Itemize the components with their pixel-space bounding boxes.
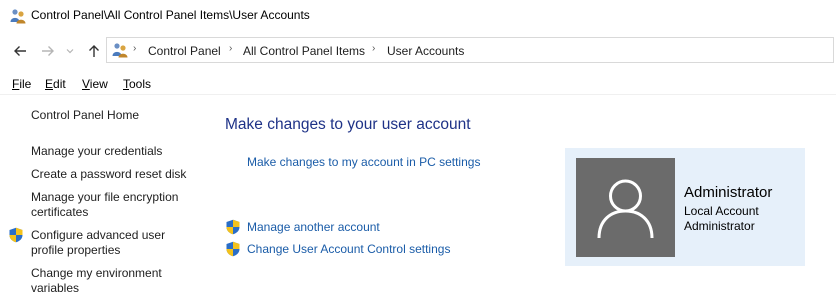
account-type: Local Account bbox=[684, 204, 759, 218]
uac-shield-icon bbox=[225, 219, 241, 235]
breadcrumb-separator-icon[interactable]: › bbox=[229, 43, 232, 54]
breadcrumb-separator-icon[interactable]: › bbox=[372, 43, 375, 54]
uac-shield-icon bbox=[8, 227, 24, 243]
sidebar-item-advanced-user-profile[interactable]: Configure advanced user profile properti… bbox=[31, 228, 165, 258]
menu-edit-accel: E bbox=[45, 77, 54, 91]
menu-tools[interactable]: Tools bbox=[123, 77, 151, 91]
title-bar: Control Panel\All Control Panel Items\Us… bbox=[0, 0, 836, 32]
sidebar-item-label: Configure advanced user bbox=[31, 228, 166, 242]
sidebar-item-label-continued: certificates bbox=[31, 205, 89, 219]
back-arrow-icon[interactable] bbox=[9, 40, 31, 62]
user-accounts-icon bbox=[10, 8, 26, 24]
menu-file-label: ile bbox=[19, 77, 32, 91]
uac-settings-link[interactable]: Change User Account Control settings bbox=[247, 242, 450, 256]
sidebar-item-label: Create a password reset disk bbox=[31, 167, 187, 181]
forward-arrow-icon[interactable] bbox=[37, 40, 59, 62]
pc-settings-link[interactable]: Make changes to my account in PC setting… bbox=[247, 155, 480, 169]
breadcrumb-separator-icon[interactable]: › bbox=[133, 43, 136, 54]
user-silhouette-icon bbox=[597, 179, 654, 239]
sidebar-item-label: Manage your credentials bbox=[31, 144, 163, 158]
sidebar-item-environment-variables[interactable]: Change my environment variables bbox=[31, 266, 162, 296]
sidebar-item-label-continued: variables bbox=[31, 281, 80, 295]
breadcrumb-all-items[interactable]: All Control Panel Items bbox=[243, 44, 365, 58]
sidebar-item-file-encryption-certificates[interactable]: Manage your file encryption certificates bbox=[31, 190, 178, 220]
sidebar-item-password-reset-disk[interactable]: Create a password reset disk bbox=[31, 167, 186, 182]
menu-tools-label: ools bbox=[129, 77, 152, 91]
sidebar-item-label: Manage your file encryption bbox=[31, 190, 179, 204]
recent-locations-chevron-icon[interactable] bbox=[59, 40, 81, 62]
account-name: Administrator bbox=[684, 184, 773, 201]
manage-another-account-link[interactable]: Manage another account bbox=[247, 220, 380, 234]
account-card: Administrator Local Account Administrato… bbox=[565, 148, 805, 266]
menu-bar: File Edit View Tools bbox=[0, 72, 836, 95]
user-accounts-icon bbox=[112, 42, 128, 58]
sidebar-item-manage-credentials[interactable]: Manage your credentials bbox=[31, 144, 162, 159]
breadcrumb-control-panel[interactable]: Control Panel bbox=[148, 44, 221, 58]
menu-file[interactable]: File bbox=[12, 77, 31, 91]
menu-edit[interactable]: Edit bbox=[45, 77, 66, 91]
window-title: Control Panel\All Control Panel Items\Us… bbox=[31, 8, 310, 22]
up-arrow-icon[interactable] bbox=[83, 40, 105, 62]
sidebar-item-label: Change my environment bbox=[31, 266, 162, 280]
menu-view[interactable]: View bbox=[82, 77, 108, 91]
menu-edit-label: dit bbox=[53, 77, 66, 91]
menu-view-label: iew bbox=[89, 77, 108, 91]
uac-shield-icon bbox=[225, 241, 241, 257]
account-role: Administrator bbox=[684, 219, 755, 233]
sidebar-item-label-continued: profile properties bbox=[31, 243, 121, 257]
breadcrumb-user-accounts[interactable]: User Accounts bbox=[387, 44, 464, 58]
control-panel-home-link[interactable]: Control Panel Home bbox=[31, 108, 139, 123]
page-heading: Make changes to your user account bbox=[225, 116, 471, 133]
address-bar[interactable]: › Control Panel › All Control Panel Item… bbox=[106, 37, 834, 63]
avatar bbox=[576, 158, 675, 257]
menu-view-accel: V bbox=[82, 77, 90, 91]
